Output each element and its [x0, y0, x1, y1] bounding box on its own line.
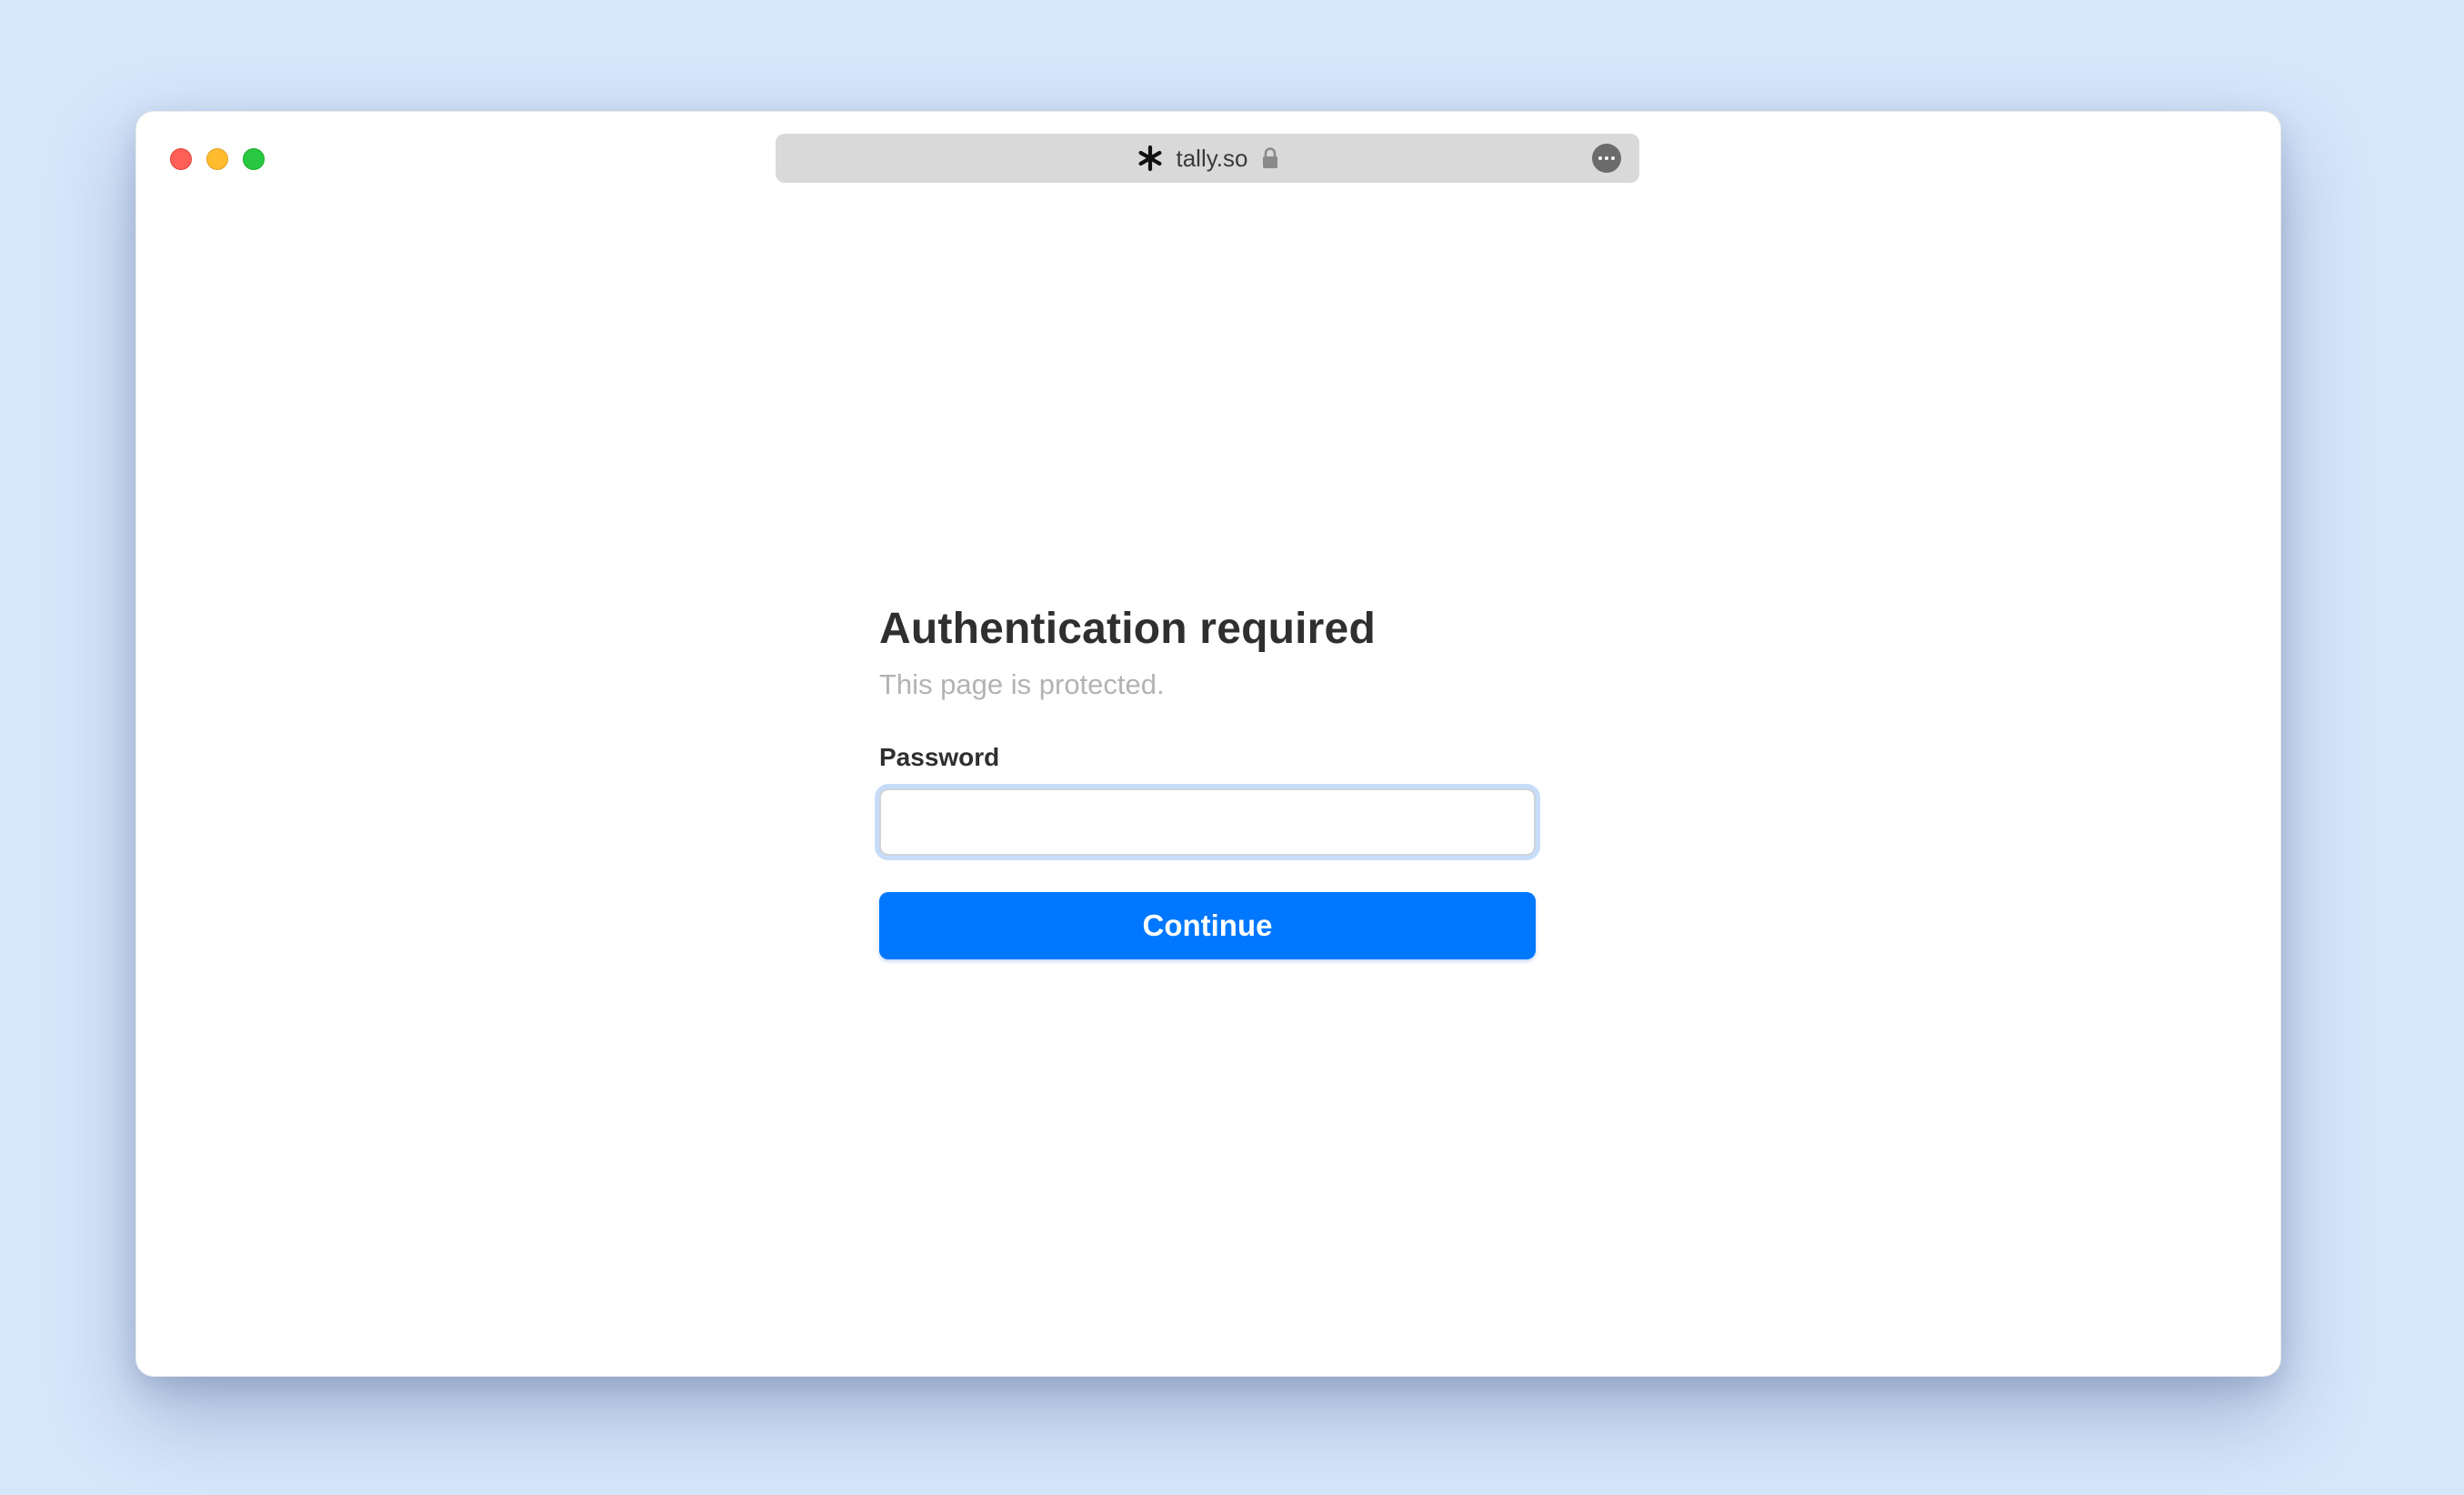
password-input[interactable] [879, 788, 1536, 857]
password-label: Password [879, 742, 1000, 771]
browser-window: tally.so Authentication required This pa… [135, 111, 2281, 1377]
asterisk-icon [1137, 145, 1164, 172]
close-window-button[interactable] [170, 148, 192, 170]
auth-form: Authentication required This page is pro… [879, 603, 1536, 960]
address-bar[interactable]: tally.so [776, 134, 1639, 183]
maximize-window-button[interactable] [243, 148, 265, 170]
page-subtitle: This page is protected. [879, 667, 1165, 700]
ellipsis-circle-icon[interactable] [1592, 144, 1621, 173]
page-title: Authentication required [879, 605, 1376, 653]
lock-icon [1261, 146, 1279, 170]
address-bar-content: tally.so [776, 134, 1639, 183]
continue-button[interactable]: Continue [879, 892, 1536, 960]
window-controls [170, 148, 265, 170]
url-text: tally.so [1176, 144, 1248, 172]
minimize-window-button[interactable] [206, 148, 228, 170]
